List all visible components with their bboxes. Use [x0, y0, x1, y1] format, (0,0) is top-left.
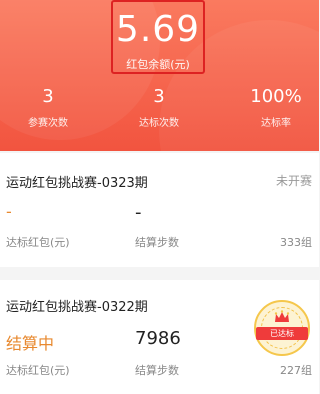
stat-value: 3 — [153, 86, 165, 107]
stat-value: 3 — [42, 86, 54, 107]
steps-label: 结算步数 — [135, 364, 179, 377]
steps-value: - — [135, 202, 142, 223]
balance-label: 红包余额(元) — [126, 58, 190, 71]
summary-header: 5.69 红包余额(元) 3 参赛次数 3 达标次数 100% 达标率 — [0, 0, 319, 151]
balance-amount: 5.69 — [115, 9, 201, 50]
stamp-label: 已达标 — [256, 327, 308, 340]
challenge-card[interactable]: 运动红包挑战赛-0323期 未开赛 - - 达标红包(元) 结算步数 333组 — [0, 153, 319, 267]
steps-label: 结算步数 — [135, 236, 179, 249]
group-count: 227组 — [280, 364, 312, 377]
stat-label: 达标率 — [261, 118, 291, 129]
challenge-title: 运动红包挑战赛-0323期 — [6, 176, 148, 191]
challenge-status: 未开赛 — [275, 174, 312, 188]
stat-label: 参赛次数 — [28, 118, 68, 129]
group-count: 333组 — [280, 236, 312, 249]
stat-participations: 3 参赛次数 — [8, 86, 88, 129]
steps-value: 7986 — [135, 328, 181, 349]
stat-label: 达标次数 — [139, 118, 179, 129]
stat-value: 100% — [250, 86, 302, 107]
qualified-stamp: 已达标 — [254, 300, 310, 356]
balance-highlight[interactable]: 5.69 红包余额(元) — [111, 0, 205, 74]
reward-label: 达标红包(元) — [6, 236, 70, 249]
reward-value: - — [6, 202, 12, 221]
reward-value: 结算中 — [6, 334, 55, 353]
stat-rate: 100% 达标率 — [236, 86, 316, 129]
stat-qualified: 3 达标次数 — [119, 86, 199, 129]
crown-icon — [274, 310, 290, 322]
challenge-title: 运动红包挑战赛-0322期 — [6, 300, 148, 315]
reward-label: 达标红包(元) — [6, 364, 70, 377]
